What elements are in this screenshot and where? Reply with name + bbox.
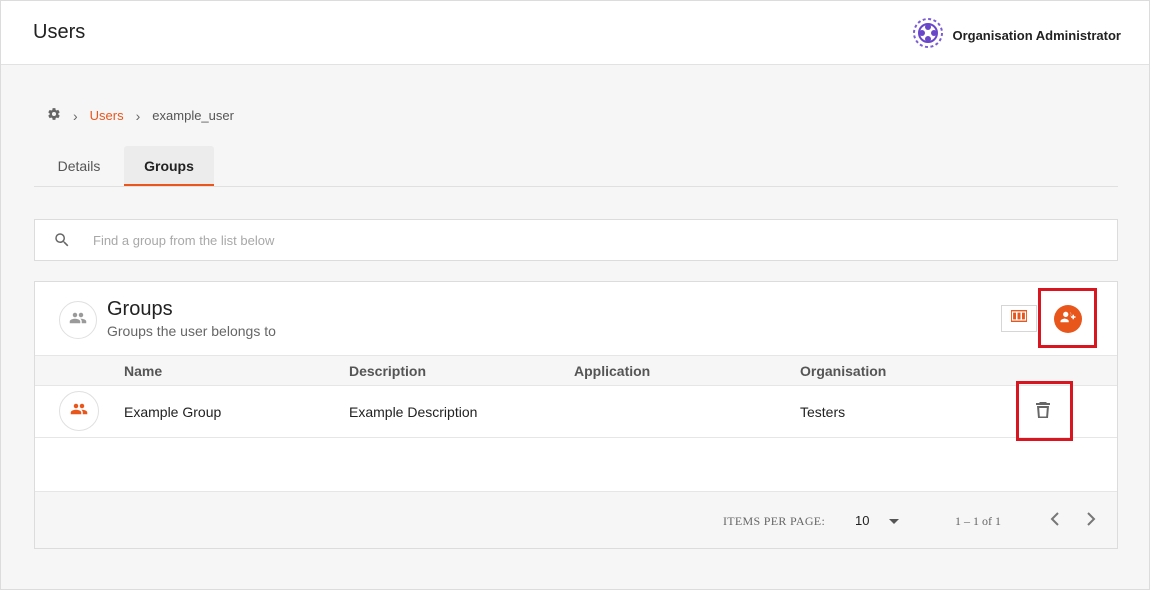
top-bar: Users Organisation Administrator <box>1 1 1149 65</box>
tab-bar: Details Groups <box>34 146 1118 187</box>
column-header-description[interactable]: Description <box>349 363 426 379</box>
caret-down-icon <box>889 519 899 524</box>
breadcrumb: › Users › example_user <box>47 107 234 124</box>
previous-page-button[interactable] <box>1043 509 1067 533</box>
app-frame: Users Organisation Administrator › Users <box>0 0 1150 590</box>
tab-details[interactable]: Details <box>34 146 124 186</box>
page-title: Users <box>33 21 86 43</box>
next-page-button[interactable] <box>1079 509 1103 533</box>
search-bar <box>34 219 1118 261</box>
chevron-left-icon <box>1050 511 1060 531</box>
cell-name: Example Group <box>124 404 222 420</box>
gear-icon[interactable] <box>47 107 61 124</box>
breadcrumb-current: example_user <box>152 108 234 123</box>
column-toggle-button[interactable] <box>1001 305 1037 332</box>
tab-groups[interactable]: Groups <box>124 146 214 186</box>
breadcrumb-users-link[interactable]: Users <box>90 108 124 123</box>
organisation-logo-icon <box>912 17 944 54</box>
items-per-page-label: ITEMS PER PAGE: <box>723 514 826 528</box>
search-icon <box>53 231 71 254</box>
row-avatar <box>59 391 99 431</box>
items-per-page-select[interactable]: 10 <box>855 511 905 531</box>
group-icon <box>69 309 87 332</box>
groups-card-subtitle: Groups the user belongs to <box>107 323 276 339</box>
view-column-icon <box>1010 309 1028 328</box>
chevron-right-icon <box>1086 511 1096 531</box>
organisation-menu[interactable]: Organisation Administrator <box>912 17 1121 54</box>
highlight-box-add-group <box>1038 288 1097 348</box>
chevron-right-icon: › <box>73 107 78 124</box>
cell-organisation: Testers <box>800 404 846 420</box>
groups-card: Groups Groups the user belongs to Name D… <box>34 281 1118 549</box>
cell-description: Example Description <box>349 404 478 420</box>
column-header-organisation[interactable]: Organisation <box>800 363 886 379</box>
highlight-box-delete <box>1016 381 1073 441</box>
chevron-right-icon: › <box>135 107 141 124</box>
items-per-page-value: 10 <box>855 513 870 528</box>
column-header-application[interactable]: Application <box>574 363 650 379</box>
table-header: Name Description Application Organisatio… <box>35 355 1117 386</box>
search-input[interactable] <box>93 230 993 250</box>
page-range-label: 1 – 1 of 1 <box>955 514 1001 528</box>
groups-card-title: Groups <box>107 298 173 320</box>
table-row[interactable]: Example Group Example Description Tester… <box>35 386 1117 438</box>
column-header-name[interactable]: Name <box>124 363 162 379</box>
paginator: ITEMS PER PAGE: 10 1 – 1 of 1 <box>35 491 1117 548</box>
group-icon <box>70 400 88 423</box>
organisation-label: Organisation Administrator <box>952 28 1121 43</box>
groups-card-avatar <box>59 301 97 339</box>
